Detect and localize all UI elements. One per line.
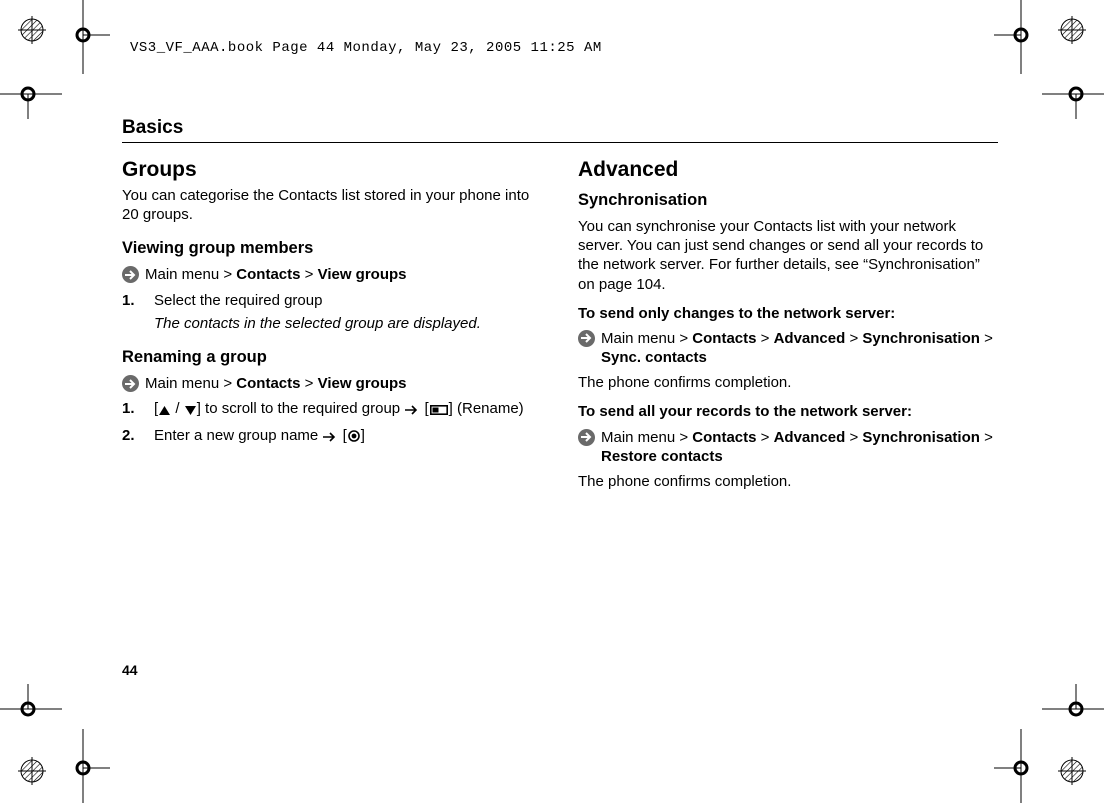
center-key-icon [348, 428, 360, 447]
crop-mark-right-bottom [1042, 684, 1104, 718]
breadcrumb-view: Main menu > Contacts > View groups [122, 265, 542, 284]
breadcrumb-rename: Main menu > Contacts > View groups [122, 374, 542, 393]
paragraph-confirm: The phone confirms completion. [578, 373, 998, 392]
heading-view-members: Viewing group members [122, 238, 542, 259]
reg-mark-top-right [1058, 16, 1086, 44]
step-result: The contacts in the selected group are d… [154, 314, 542, 333]
chapter-title: Basics [122, 117, 998, 143]
crop-mark-left-top [0, 85, 62, 119]
left-column: Groups You can categorise the Contacts l… [122, 157, 542, 498]
softkey-rect-icon [430, 401, 448, 420]
breadcrumb-restore-contacts: Main menu > Contacts > Advanced > Synchr… [578, 428, 998, 466]
breadcrumb-sync-contacts: Main menu > Contacts > Advanced > Synchr… [578, 329, 998, 367]
paragraph-sync: You can synchronise your Contacts list w… [578, 217, 998, 294]
reg-mark-top-left [18, 16, 46, 44]
reg-mark-bottom-right [1058, 757, 1086, 785]
arrow-circle-icon [122, 266, 139, 283]
step-number: 2. [122, 426, 154, 447]
crop-mark-bottom-right [994, 729, 1034, 803]
crop-mark-right-top [1042, 85, 1104, 119]
crop-mark-top-right [994, 0, 1034, 74]
heading-send-changes: To send only changes to the network serv… [578, 304, 998, 323]
arrow-circle-icon [578, 330, 595, 347]
step-number: 1. [122, 399, 154, 420]
reg-mark-bottom-left [18, 757, 46, 785]
step-text: [ / ] to scroll to the required group []… [154, 399, 542, 420]
arrow-circle-icon [122, 375, 139, 392]
page-number: 44 [122, 662, 138, 678]
arrow-right-icon [323, 428, 337, 447]
heading-groups: Groups [122, 157, 542, 184]
heading-rename: Renaming a group [122, 347, 542, 368]
heading-advanced: Advanced [578, 157, 998, 184]
crop-mark-bottom-left [70, 729, 110, 803]
right-column: Advanced Synchronisation You can synchro… [578, 157, 998, 498]
crop-mark-top-left [70, 0, 110, 74]
step-text: Select the required group [154, 292, 322, 309]
arrow-circle-icon [578, 429, 595, 446]
paragraph-groups: You can categorise the Contacts list sto… [122, 186, 542, 224]
crop-mark-left-bottom [0, 684, 62, 718]
down-triangle-icon [185, 401, 196, 420]
book-header: VS3_VF_AAA.book Page 44 Monday, May 23, … [130, 40, 602, 56]
step-number: 1. [122, 291, 154, 333]
step-text: Enter a new group name [] [154, 426, 542, 447]
heading-synchronisation: Synchronisation [578, 190, 998, 211]
paragraph-confirm: The phone confirms completion. [578, 472, 998, 491]
heading-send-all: To send all your records to the network … [578, 402, 998, 421]
up-triangle-icon [159, 401, 170, 420]
arrow-right-icon [405, 401, 419, 420]
